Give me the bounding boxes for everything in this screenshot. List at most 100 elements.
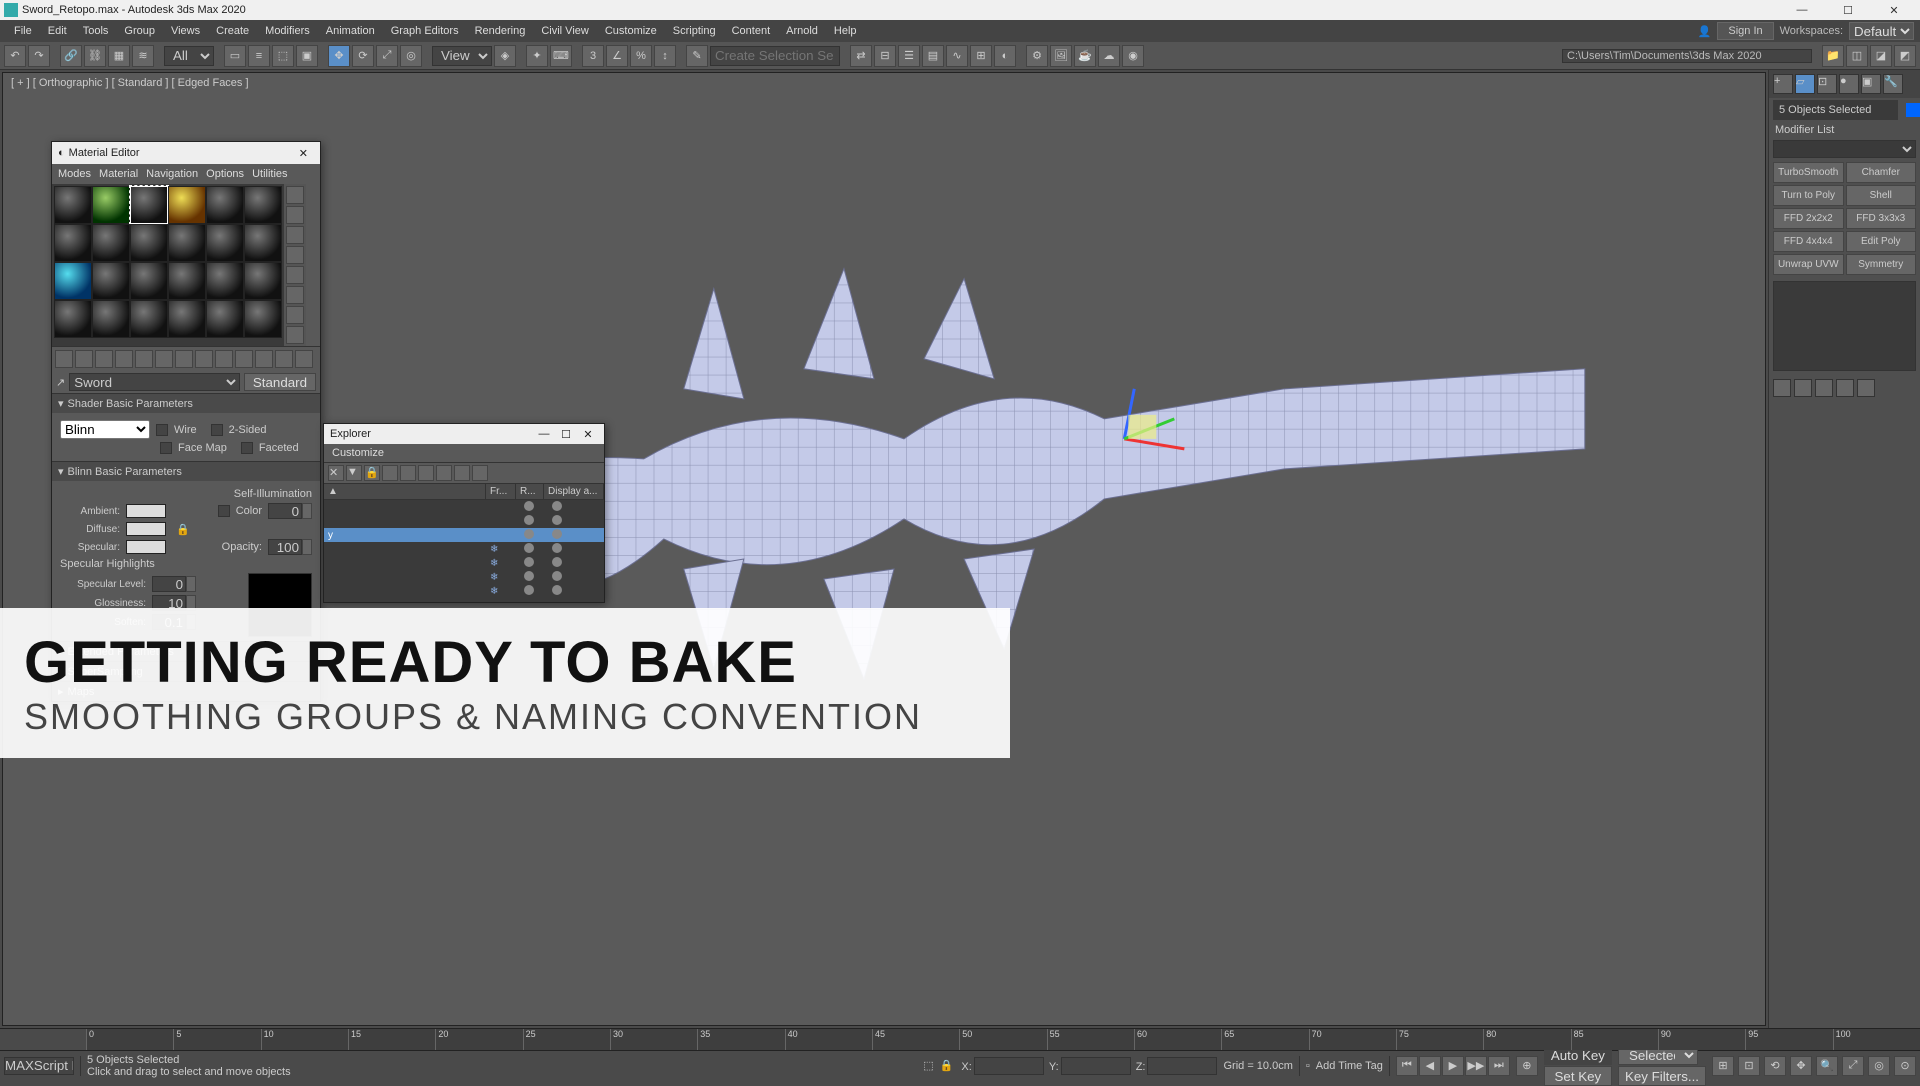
- material-slot[interactable]: [206, 224, 244, 262]
- selfillum-color-checkbox[interactable]: [218, 505, 230, 517]
- rollup-header[interactable]: ▾Blinn Basic Parameters: [52, 462, 320, 481]
- select-scale-button[interactable]: ⤢: [376, 45, 398, 67]
- hierarchy-tab[interactable]: ⊡: [1817, 74, 1837, 94]
- remove-modifier-icon[interactable]: [1836, 379, 1854, 397]
- render-button[interactable]: ☕: [1074, 45, 1096, 67]
- pick-material-icon[interactable]: ↗: [56, 376, 65, 389]
- keyboard-button[interactable]: ⌨: [550, 45, 572, 67]
- material-slot[interactable]: [244, 300, 282, 338]
- menu-customize[interactable]: Customize: [597, 22, 665, 40]
- snap-toggle-button[interactable]: 3: [582, 45, 604, 67]
- material-slot[interactable]: [244, 186, 282, 224]
- opacity-value[interactable]: [268, 539, 302, 555]
- schematic-view-button[interactable]: ⊞: [970, 45, 992, 67]
- render-in-cloud-button[interactable]: ☁: [1098, 45, 1120, 67]
- col-render[interactable]: R...: [516, 484, 544, 499]
- list-item-selected[interactable]: y: [324, 528, 604, 542]
- tool-button-b[interactable]: ◪: [1870, 45, 1892, 67]
- window-crossing-button[interactable]: ▣: [296, 45, 318, 67]
- edit-poly-button[interactable]: Edit Poly: [1846, 231, 1917, 252]
- render-setup-button[interactable]: ⚙: [1026, 45, 1048, 67]
- set-project-button[interactable]: 📁: [1822, 45, 1844, 67]
- maximize-icon[interactable]: ☐: [556, 428, 576, 441]
- symmetry-button[interactable]: Symmetry: [1846, 254, 1917, 275]
- mat-tool-icon[interactable]: [95, 350, 113, 368]
- selfillum-value[interactable]: [268, 503, 302, 519]
- display-icon[interactable]: [552, 515, 562, 525]
- mat-side-icon[interactable]: [286, 286, 304, 304]
- ffd-2x2x2-button[interactable]: FFD 2x2x2: [1773, 208, 1844, 229]
- viewport-label[interactable]: [ + ] [ Orthographic ] [ Standard ] [ Ed…: [11, 77, 249, 89]
- viewport-nav-icon-h[interactable]: ⊙: [1894, 1056, 1916, 1076]
- spinner-buttons[interactable]: [302, 539, 312, 555]
- select-place-button[interactable]: ◎: [400, 45, 422, 67]
- specular-level-value[interactable]: [152, 576, 186, 592]
- display-icon[interactable]: [552, 529, 562, 539]
- mat-side-icon[interactable]: [286, 266, 304, 284]
- list-item[interactable]: ❄: [324, 570, 604, 584]
- select-rotate-button[interactable]: ⟳: [352, 45, 374, 67]
- create-tab[interactable]: +: [1773, 74, 1793, 94]
- material-slot[interactable]: [92, 262, 130, 300]
- menu-content[interactable]: Content: [724, 22, 779, 40]
- ambient-swatch[interactable]: [126, 504, 166, 518]
- viewport-nav-icon-c[interactable]: ⟲: [1764, 1056, 1786, 1076]
- isolate-icon[interactable]: ⬚: [923, 1059, 933, 1072]
- col-display[interactable]: Display a...: [544, 484, 604, 499]
- display-icon[interactable]: [552, 557, 562, 567]
- turbosmooth-button[interactable]: TurboSmooth: [1773, 162, 1844, 183]
- mat-menu-material[interactable]: Material: [99, 168, 138, 180]
- time-tag-icon[interactable]: ▫: [1306, 1060, 1310, 1072]
- layer-button[interactable]: ☰: [898, 45, 920, 67]
- mat-tool-icon[interactable]: [115, 350, 133, 368]
- chamfer-button[interactable]: Chamfer: [1846, 162, 1917, 183]
- mat-tool-icon[interactable]: [275, 350, 293, 368]
- lock-icon[interactable]: 🔒: [940, 1059, 954, 1072]
- modify-tab[interactable]: ▱: [1795, 74, 1815, 94]
- col-name[interactable]: ▲: [324, 484, 486, 499]
- mat-tool-icon[interactable]: [195, 350, 213, 368]
- maxscript-listener[interactable]: [4, 1057, 74, 1075]
- unlink-button[interactable]: ⛓: [84, 45, 106, 67]
- modifier-list-dropdown[interactable]: [1773, 140, 1916, 158]
- workspace-select[interactable]: Default: [1849, 22, 1914, 40]
- mat-tool-icon[interactable]: [75, 350, 93, 368]
- menu-rendering[interactable]: Rendering: [467, 22, 534, 40]
- face-map-checkbox[interactable]: [160, 442, 172, 454]
- next-frame-button[interactable]: ▶▶: [1465, 1056, 1487, 1076]
- selection-set-input[interactable]: [710, 46, 840, 66]
- viewport-nav-icon-g[interactable]: ◎: [1868, 1056, 1890, 1076]
- sign-in-button[interactable]: Sign In: [1717, 22, 1773, 40]
- filter-icon[interactable]: ✕: [328, 465, 344, 481]
- material-slot[interactable]: [92, 186, 130, 224]
- toggle-ribbon-button[interactable]: ▤: [922, 45, 944, 67]
- select-by-name-button[interactable]: ≡: [248, 45, 270, 67]
- menu-group[interactable]: Group: [116, 22, 163, 40]
- close-icon[interactable]: ✕: [578, 428, 598, 441]
- tool-icon[interactable]: [454, 465, 470, 481]
- list-item[interactable]: ❄: [324, 556, 604, 570]
- render-icon[interactable]: [524, 501, 534, 511]
- unwrap-uvw-button[interactable]: Unwrap UVW: [1773, 254, 1844, 275]
- mat-side-icon[interactable]: [286, 226, 304, 244]
- faceted-checkbox[interactable]: [241, 442, 253, 454]
- mat-tool-icon[interactable]: [235, 350, 253, 368]
- material-slot-selected[interactable]: [130, 186, 168, 224]
- y-input[interactable]: [1061, 1057, 1131, 1075]
- mat-menu-modes[interactable]: Modes: [58, 168, 91, 180]
- modifier-stack[interactable]: [1773, 281, 1916, 371]
- z-input[interactable]: [1147, 1057, 1217, 1075]
- menu-graph-editors[interactable]: Graph Editors: [383, 22, 467, 40]
- key-mode-icon[interactable]: ⊕: [1516, 1056, 1538, 1076]
- curve-editor-button[interactable]: ∿: [946, 45, 968, 67]
- menu-file[interactable]: File: [6, 22, 40, 40]
- material-slot[interactable]: [168, 300, 206, 338]
- use-center-button[interactable]: ◈: [494, 45, 516, 67]
- menu-modifiers[interactable]: Modifiers: [257, 22, 318, 40]
- rollup-header[interactable]: ▾Shader Basic Parameters: [52, 394, 320, 413]
- ffd-3x3x3-button[interactable]: FFD 3x3x3: [1846, 208, 1917, 229]
- material-editor-close-icon[interactable]: ✕: [293, 147, 314, 160]
- select-move-button[interactable]: ✥: [328, 45, 350, 67]
- spinner-buttons[interactable]: [186, 576, 196, 592]
- shell-button[interactable]: Shell: [1846, 185, 1917, 206]
